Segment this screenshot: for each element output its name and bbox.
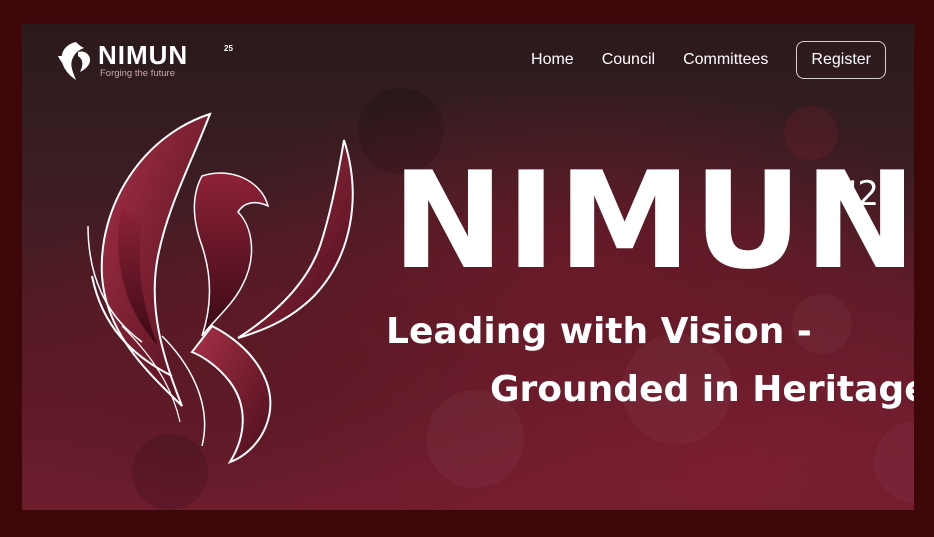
brand-logo[interactable]: NIMUN 25 Forging the future xyxy=(56,38,233,82)
hero-tagline-line1: Leading with Vision - xyxy=(386,311,812,352)
hero-tagline-line2: Grounded in Heritage. xyxy=(490,369,914,410)
phoenix-icon xyxy=(58,42,90,80)
nav-item-council[interactable]: Council xyxy=(602,51,655,69)
bokeh-circle xyxy=(874,422,914,502)
brand-tagline: Forging the future xyxy=(100,68,175,79)
nav-item-committees[interactable]: Committees xyxy=(683,51,768,69)
brand-text: NIMUN 25 Forging the future xyxy=(98,40,233,79)
phoenix-icon xyxy=(87,112,354,464)
hero-title: NIMUN xyxy=(392,143,914,299)
main-nav: Home Council Committees Register xyxy=(531,41,886,79)
register-button[interactable]: Register xyxy=(796,41,886,79)
landing-page: NIMUN 25 Forging the future Home Council… xyxy=(22,24,914,510)
brand-name: NIMUN xyxy=(98,40,189,70)
nav-item-home[interactable]: Home xyxy=(531,51,574,69)
hero-superscript: '25 xyxy=(848,174,901,214)
brand-superscript: 25 xyxy=(224,44,233,53)
